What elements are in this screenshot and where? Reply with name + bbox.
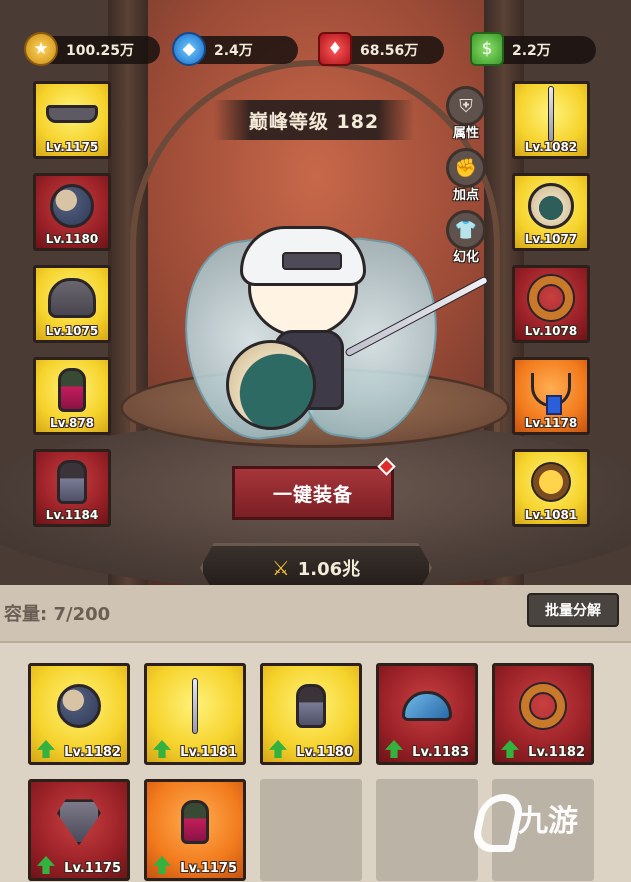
empty-inventory-slot <box>260 779 362 881</box>
inventory-item[interactable]: Lv.1175 <box>144 779 246 881</box>
attributes-button[interactable]: ⛨ 属性 <box>444 86 488 146</box>
upgrade-arrow-icon <box>501 740 519 758</box>
slot-level: Lv.1081 <box>524 508 578 522</box>
peak-level-banner: 巅峰等级 182 <box>214 100 414 140</box>
shield-icon <box>57 799 101 846</box>
gold-coin-icon: ★ <box>24 32 58 66</box>
inventory-item[interactable]: Lv.1182 <box>28 663 130 765</box>
diamond-amount: 2.4万 <box>214 43 253 59</box>
glove-icon <box>58 368 86 413</box>
inventory-item[interactable]: Lv.1175 <box>28 779 130 881</box>
equip-slot-boot[interactable]: Lv.1184 <box>33 449 111 527</box>
add-points-button[interactable]: ✊ 加点 <box>444 148 488 208</box>
one-click-equip-button[interactable]: 一键装备 <box>232 466 394 520</box>
inventory-header: 容量: 7/200 批量分解 <box>0 585 631 643</box>
slot-level: Lv.1075 <box>45 324 99 338</box>
slot-level: Lv.1082 <box>524 140 578 154</box>
slot-level: Lv.1180 <box>45 232 99 246</box>
sword-icon <box>192 678 198 735</box>
slot-level: Lv.878 <box>49 416 95 430</box>
inventory-item[interactable]: Lv.1183 <box>376 663 478 765</box>
ring-icon <box>529 276 573 321</box>
blue-diamond-icon: ◆ <box>172 32 206 66</box>
cash-stack-icon: $ <box>470 32 504 66</box>
fist-icon: ✊ <box>446 148 486 188</box>
item-level: Lv.1180 <box>296 745 353 760</box>
equip-slot-weapon[interactable]: Lv.1082 <box>512 81 590 159</box>
equip-slot-headband[interactable]: Lv.1175 <box>33 81 111 159</box>
boot-icon <box>296 684 326 729</box>
attributes-label: 属性 <box>452 126 479 141</box>
hero-character[interactable] <box>172 226 490 460</box>
ruby-amount: 68.56万 <box>360 43 419 59</box>
equip-slot-armor[interactable]: Lv.1077 <box>512 173 590 251</box>
equip-slot-amulet[interactable]: Lv.1081 <box>512 449 590 527</box>
watermark-text: 九游 <box>518 804 578 839</box>
shoulder-armor-icon <box>50 184 94 229</box>
slot-level: Lv.1175 <box>45 140 99 154</box>
item-level: Lv.1183 <box>412 745 469 760</box>
jiuyou-logo-icon <box>470 792 514 844</box>
cash-currency[interactable]: $ 2.2万 <box>470 32 596 66</box>
shoulder-armor-icon <box>57 684 101 729</box>
item-level: Lv.1175 <box>180 861 237 876</box>
crossed-swords-icon: ⚔ <box>271 556 290 580</box>
slot-level: Lv.1077 <box>524 232 578 246</box>
bulk-dismantle-button[interactable]: 批量分解 <box>527 593 619 627</box>
empty-inventory-slot <box>376 779 478 881</box>
item-level: Lv.1182 <box>64 745 121 760</box>
glove-icon <box>181 800 209 845</box>
headband-icon <box>46 105 98 124</box>
upgrade-arrow-icon <box>153 740 171 758</box>
inventory-item[interactable]: Lv.1182 <box>492 663 594 765</box>
equip-slot-helmet[interactable]: Lv.1075 <box>33 265 111 343</box>
item-level: Lv.1181 <box>180 745 237 760</box>
necklace-icon <box>531 373 571 416</box>
upgrade-arrow-icon <box>385 740 403 758</box>
diamond-currency[interactable]: ◆ 2.4万 <box>172 32 298 66</box>
upgrade-arrow-icon <box>37 856 55 874</box>
equip-slot-ring[interactable]: Lv.1078 <box>512 265 590 343</box>
wave-necklace-icon <box>402 691 452 722</box>
gold-currency[interactable]: ★ 100.25万 <box>24 32 160 66</box>
red-gem-icon: ♦ <box>318 32 352 66</box>
combat-power-value: 1.06兆 <box>297 559 361 580</box>
upgrade-arrow-icon <box>269 740 287 758</box>
gold-amount: 100.25万 <box>66 43 135 59</box>
item-level: Lv.1175 <box>64 861 121 876</box>
equip-slot-shoulder[interactable]: Lv.1180 <box>33 173 111 251</box>
hero-visor <box>282 252 342 270</box>
chest-armor-icon <box>528 183 574 230</box>
slot-level: Lv.1078 <box>524 324 578 338</box>
armor-icon: ⛨ <box>446 86 486 126</box>
helmet-icon <box>48 278 96 319</box>
sword-icon <box>548 86 554 143</box>
equip-slot-glove[interactable]: Lv.878 <box>33 357 111 435</box>
item-level: Lv.1182 <box>528 745 585 760</box>
amulet-icon <box>533 464 569 501</box>
inventory-item[interactable]: Lv.1180 <box>260 663 362 765</box>
add-points-label: 加点 <box>452 188 479 203</box>
hero-shield <box>226 340 316 430</box>
slot-level: Lv.1184 <box>45 508 99 522</box>
upgrade-arrow-icon <box>153 856 171 874</box>
boot-icon <box>57 460 87 505</box>
inventory-item[interactable]: Lv.1181 <box>144 663 246 765</box>
ruby-currency[interactable]: ♦ 68.56万 <box>318 32 444 66</box>
upgrade-arrow-icon <box>37 740 55 758</box>
equip-slot-necklace[interactable]: Lv.1178 <box>512 357 590 435</box>
inventory-capacity: 容量: 7/200 <box>4 604 111 625</box>
slot-level: Lv.1178 <box>524 416 578 430</box>
ring-icon <box>521 684 565 729</box>
cash-amount: 2.2万 <box>512 43 551 59</box>
watermark: 九游 <box>470 788 600 848</box>
